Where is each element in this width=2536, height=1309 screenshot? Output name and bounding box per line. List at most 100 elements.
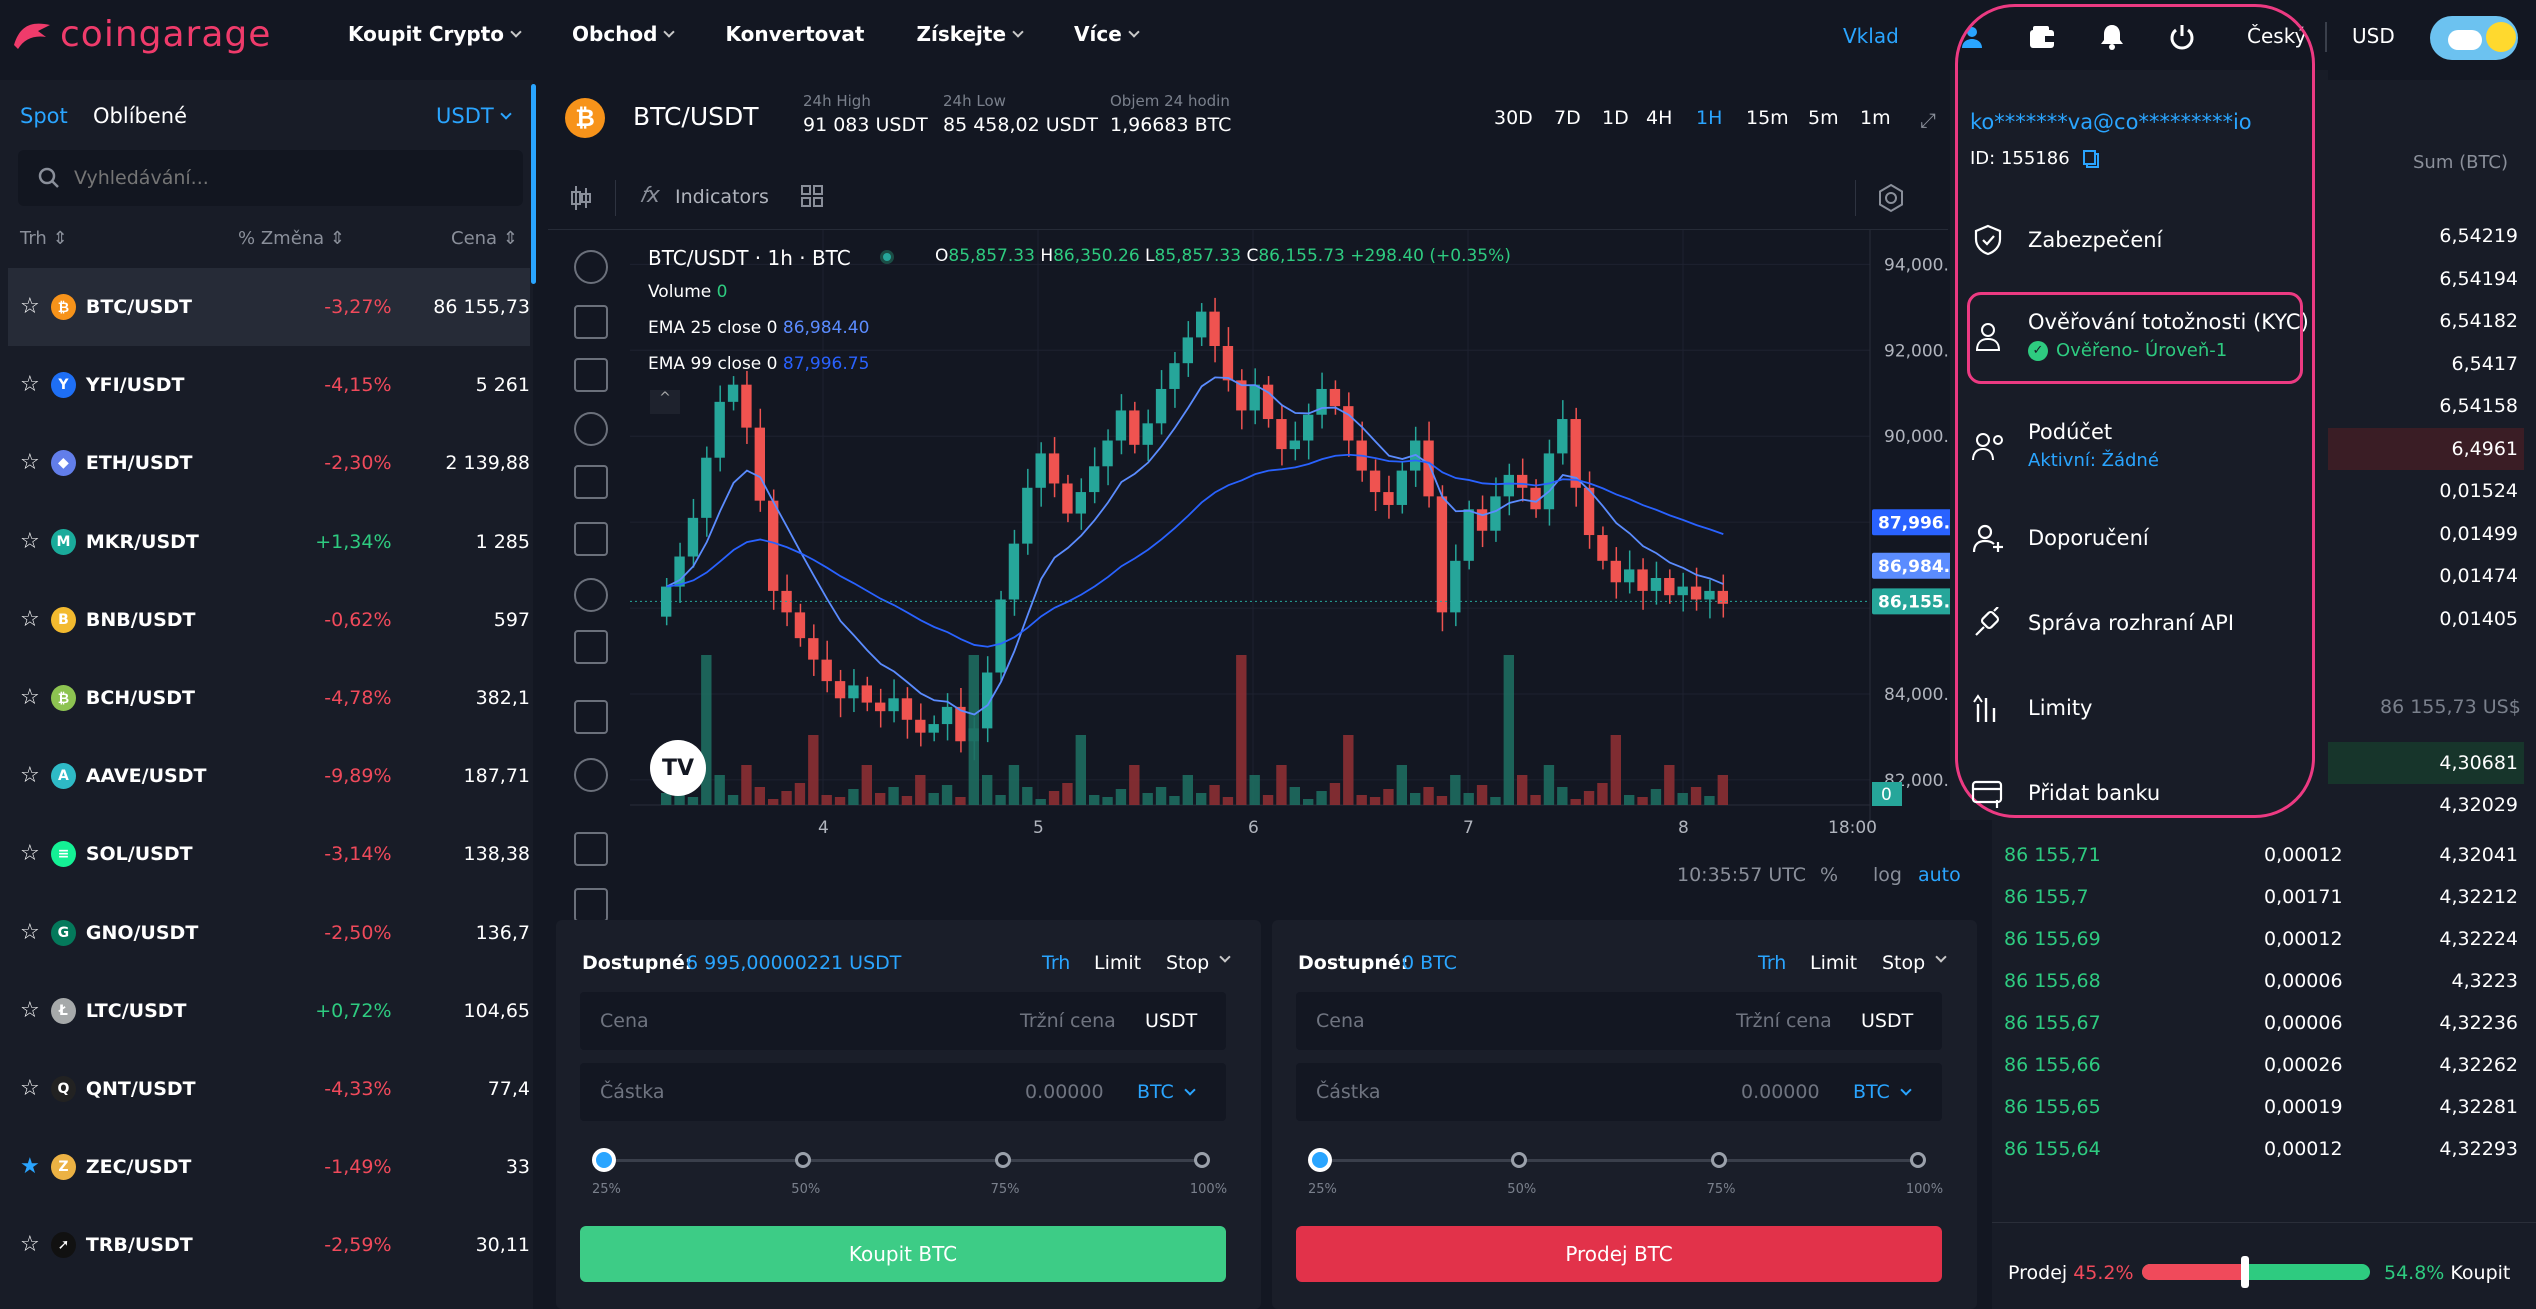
timeframe-4H[interactable]: 4H [1646, 107, 1672, 129]
order-type-trh[interactable]: Trh [1758, 952, 1786, 974]
amount-field[interactable]: Částka 0.00000 BTC [580, 1063, 1226, 1121]
market-row[interactable]: ☆ Q QNT/USDT -4,33% 77,4 [8, 1050, 530, 1128]
market-row[interactable]: ☆ ≡ SOL/USDT -3,14% 138,38 [8, 815, 530, 893]
measure-lines-icon[interactable] [574, 465, 608, 499]
scale-log[interactable]: log [1873, 864, 1902, 886]
market-row[interactable]: ★ Z ZEC/USDT -1,49% 33 [8, 1128, 530, 1206]
favorite-star-icon[interactable]: ★ [20, 1156, 41, 1178]
bid-row[interactable]: 86 155,65 0,00019 4,32281 [2004, 1086, 2524, 1128]
favorite-star-icon[interactable]: ☆ [20, 374, 41, 396]
bid-row[interactable]: 86 155,64 0,00012 4,32293 [2004, 1128, 2524, 1170]
account-menu-item[interactable]: Podúčet Aktivní: Žádné [1970, 420, 2159, 471]
col-price[interactable]: Cena ⇕ [451, 228, 518, 249]
text-icon[interactable] [574, 578, 608, 612]
favorite-star-icon[interactable]: ☆ [20, 1078, 41, 1100]
timeframe-15m[interactable]: 15m [1746, 107, 1789, 129]
amount-unit-selector[interactable]: BTC [1137, 1081, 1174, 1103]
timeframe-30D[interactable]: 30D [1494, 107, 1533, 129]
timeframe-5m[interactable]: 5m [1808, 107, 1839, 129]
buy-submit-button[interactable]: Koupit BTC [580, 1226, 1226, 1282]
account-menu-item[interactable]: Správa rozhraní API [1970, 605, 2234, 641]
quote-selector[interactable]: USDT [436, 104, 512, 128]
bid-row[interactable]: 86 155,7 0,00171 4,32212 [2004, 876, 2524, 918]
favorite-star-icon[interactable]: ☆ [20, 452, 41, 474]
trendline-icon[interactable] [574, 305, 608, 339]
bid-row[interactable]: 86 155,66 0,00026 4,32262 [2004, 1044, 2524, 1086]
emoji-icon[interactable] [574, 630, 608, 664]
market-row[interactable]: ☆ ₿ BCH/USDT -4,78% 382,1 [8, 659, 530, 737]
search-input[interactable] [74, 167, 474, 189]
slider-step-100%[interactable] [1909, 1152, 1926, 1168]
copy-icon[interactable] [2082, 149, 2100, 169]
order-type-stop[interactable]: Stop [1882, 952, 1925, 974]
market-row[interactable]: ☆ G GNO/USDT -2,50% 136,7 [8, 894, 530, 972]
tradingview-logo[interactable]: TV [650, 740, 706, 796]
favorite-star-icon[interactable]: ☆ [20, 296, 41, 318]
amount-slider-track[interactable] [1320, 1159, 1918, 1162]
brush-icon[interactable] [574, 522, 608, 556]
account-menu-item[interactable]: Doporučení [1970, 520, 2149, 556]
fx-icon[interactable]: 𝑓x [640, 183, 660, 208]
favorite-star-icon[interactable]: ☆ [20, 608, 41, 631]
market-row[interactable]: ☆ B BNB/USDT -0,62% 597 [8, 581, 530, 659]
market-row[interactable]: ☆ ₿ BTC/USDT -3,27% 86 155,73 [8, 268, 530, 346]
timeframe-1D[interactable]: 1D [1602, 107, 1629, 129]
market-row[interactable]: ☆ Ł LTC/USDT +0,72% 104,65 [8, 972, 530, 1050]
pattern-icon[interactable] [574, 412, 608, 446]
layout-icon[interactable] [800, 184, 824, 212]
bid-row[interactable]: 86 155,69 0,00012 4,32224 [2004, 918, 2524, 960]
nav-item-1[interactable]: Obchod [572, 22, 676, 46]
market-row[interactable]: ☆ M MKR/USDT +1,34% 1 285 [8, 503, 530, 581]
zoom-icon[interactable] [574, 758, 608, 792]
price-field[interactable]: Cena Tržní cena USDT [580, 992, 1226, 1050]
scrollbar[interactable] [531, 84, 536, 284]
pencil-lock-icon[interactable] [574, 888, 608, 922]
crosshair-icon[interactable] [574, 250, 608, 284]
slider-step-25%[interactable] [1312, 1152, 1328, 1168]
price-field[interactable]: Cena Tržní cena USDT [1296, 992, 1942, 1050]
account-menu-item[interactable]: Zabezpečení [1970, 222, 2162, 258]
sell-submit-button[interactable]: Prodej BTC [1296, 1226, 1942, 1282]
market-row[interactable]: ☆ ◆ ETH/USDT -2,30% 2 139,88 [8, 424, 530, 502]
favorite-star-icon[interactable]: ☆ [20, 1234, 41, 1256]
fib-icon[interactable] [574, 358, 608, 392]
market-row[interactable]: ☆ ➚ TRB/USDT -2,59% 30,11 [8, 1206, 530, 1284]
market-row[interactable]: ☆ A AAVE/USDT -9,89% 187,71 [8, 737, 530, 815]
logo[interactable]: coingarage [10, 14, 271, 55]
scale-percent[interactable]: % [1820, 864, 1838, 886]
nav-item-4[interactable]: Více [1074, 22, 1140, 46]
col-market[interactable]: Trh ⇕ [20, 228, 68, 249]
nav-item-3[interactable]: Získejte [916, 22, 1024, 46]
bid-row[interactable]: 86 155,68 0,00006 4,3223 [2004, 960, 2524, 1002]
order-type-stop[interactable]: Stop [1166, 952, 1209, 974]
favorite-star-icon[interactable]: ☆ [20, 765, 41, 787]
candle-type-icon[interactable] [570, 184, 592, 212]
market-search[interactable] [18, 150, 523, 206]
timeframe-1H[interactable]: 1H [1696, 107, 1722, 129]
collapse-legend-button[interactable]: ^ [650, 390, 680, 414]
tab-spot[interactable]: Spot [20, 104, 68, 128]
timeframe-7D[interactable]: 7D [1554, 107, 1581, 129]
expand-icon[interactable]: ⤢ [1920, 108, 1936, 132]
order-type-limit[interactable]: Limit [1094, 952, 1141, 974]
amount-unit-selector[interactable]: BTC [1853, 1081, 1890, 1103]
favorite-star-icon[interactable]: ☆ [20, 687, 41, 709]
deposit-link[interactable]: Vklad [1843, 24, 1899, 48]
market-row[interactable]: ☆ Y YFI/USDT -4,15% 5 261 [8, 346, 530, 424]
slider-step-25%[interactable] [596, 1152, 612, 1168]
favorite-star-icon[interactable]: ☆ [20, 843, 41, 865]
settings-icon[interactable] [1876, 183, 1906, 217]
favorite-star-icon[interactable]: ☆ [20, 999, 41, 1022]
col-change[interactable]: % Změna ⇕ [238, 228, 345, 249]
ruler-icon[interactable] [574, 700, 608, 734]
order-type-limit[interactable]: Limit [1810, 952, 1857, 974]
bid-row[interactable]: 86 155,71 0,00012 4,32041 [2004, 834, 2524, 876]
slider-step-100%[interactable] [1193, 1152, 1210, 1168]
slider-step-75%[interactable] [1710, 1152, 1727, 1168]
account-menu-item[interactable]: Přidat banku [1970, 775, 2160, 811]
currency-selector[interactable]: USD [2352, 24, 2395, 48]
timeframe-1m[interactable]: 1m [1860, 107, 1891, 129]
indicators-button[interactable]: Indicators [675, 186, 769, 208]
amount-slider-track[interactable] [604, 1159, 1202, 1162]
tab-favorites[interactable]: Oblíbené [93, 104, 187, 128]
